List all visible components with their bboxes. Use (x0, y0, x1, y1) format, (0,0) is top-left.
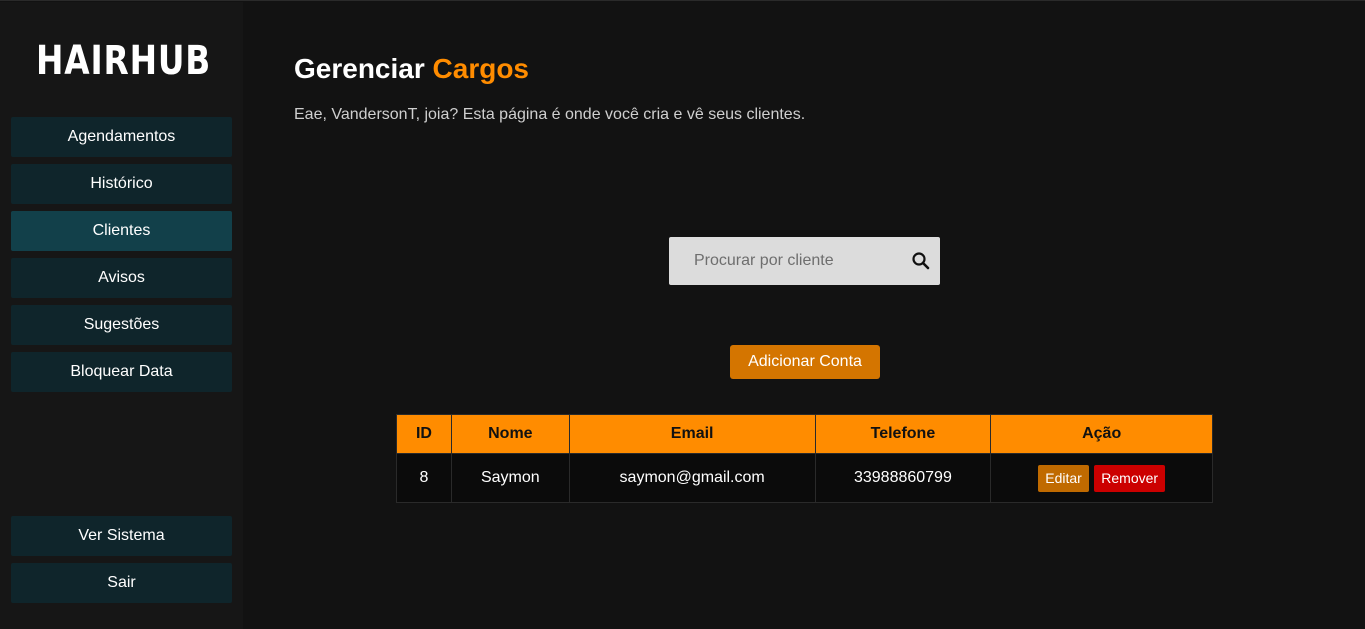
cell-nome: Saymon (450, 453, 570, 503)
column-header-id: ID (396, 414, 452, 454)
main-content: Gerenciar Cargos Eae, VandersonT, joia? … (243, 1, 1365, 629)
sidebar: HAIRHUB Agendamentos Histórico Clientes … (0, 2, 243, 629)
column-header-email: Email (568, 414, 816, 454)
page-subtitle: Eae, VandersonT, joia? Esta página é ond… (294, 106, 806, 123)
search-box (669, 237, 940, 285)
cell-telefone: 33988860799 (814, 453, 992, 503)
column-header-acao: Ação (990, 414, 1213, 454)
page-title: Gerenciar Cargos (294, 53, 529, 85)
clients-table: ID Nome Email Telefone Ação 8 Saymon say… (396, 414, 1213, 503)
sidebar-item-bloquear-data[interactable]: Bloquear Data (11, 352, 232, 392)
sidebar-item-ver-sistema[interactable]: Ver Sistema (11, 516, 232, 556)
sidebar-item-sugestoes[interactable]: Sugestões (11, 305, 232, 345)
search-input[interactable] (694, 252, 904, 270)
column-header-telefone: Telefone (814, 414, 992, 454)
page-title-prefix: Gerenciar (294, 53, 425, 84)
app-window: HAIRHUB Agendamentos Histórico Clientes … (0, 0, 1365, 629)
sidebar-item-clientes[interactable]: Clientes (11, 211, 232, 251)
search-icon[interactable] (911, 251, 931, 271)
brand-logo[interactable]: HAIRHUB (28, 24, 228, 98)
column-header-nome: Nome (450, 414, 570, 454)
brand-name: HAIRHUB (36, 38, 212, 84)
sidebar-item-historico[interactable]: Histórico (11, 164, 232, 204)
sidebar-item-sair[interactable]: Sair (11, 563, 232, 603)
table-row: 8 Saymon saymon@gmail.com 33988860799 Ed… (396, 453, 1213, 503)
remove-button[interactable]: Remover (1094, 464, 1166, 492)
table-header-row: ID Nome Email Telefone Ação (396, 414, 1213, 454)
cell-email: saymon@gmail.com (568, 453, 816, 503)
edit-button[interactable]: Editar (1038, 464, 1089, 492)
cell-acao: Editar Remover (990, 453, 1213, 503)
sidebar-item-agendamentos[interactable]: Agendamentos (11, 117, 232, 157)
add-account-button[interactable]: Adicionar Conta (730, 345, 880, 379)
sidebar-item-avisos[interactable]: Avisos (11, 258, 232, 298)
cell-id: 8 (396, 453, 452, 503)
page-title-accent: Cargos (432, 53, 529, 84)
